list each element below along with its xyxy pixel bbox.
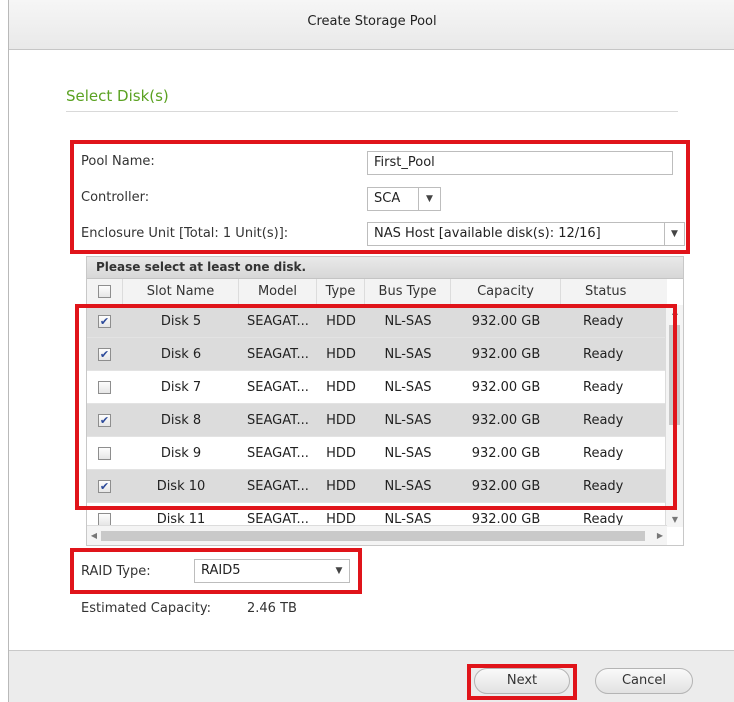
cell-type: HDD [326,479,356,494]
table-row[interactable]: Disk 7 SEAGAT... HDD NL-SAS 932.00 GB Ready [87,371,667,404]
cell-capacity: 932.00 GB [471,314,541,329]
select-all-cell [87,279,123,305]
cell-capacity: 932.00 GB [471,413,541,428]
cell-status: Ready [583,446,624,461]
cell-slot-name: Disk 10 [156,479,206,494]
enclosure-select[interactable]: NAS Host [available disk(s): 12/16] ▼ [367,222,685,246]
raid-type-select[interactable]: RAID5 ▼ [194,559,350,583]
chevron-down-icon[interactable]: ▼ [418,188,440,210]
col-slot-name[interactable]: Slot Name [123,279,239,305]
cell-status: Ready [583,314,624,329]
row-checkbox[interactable]: ✔ [98,315,111,328]
check-icon: ✔ [99,414,110,427]
cell-model: SEAGAT... [247,347,309,362]
cell-bus-type: NL-SAS [384,446,432,461]
section-title: Select Disk(s) [66,87,169,105]
select-all-checkbox[interactable] [98,285,111,298]
cell-status: Ready [583,380,624,395]
estimated-capacity-value: 2.46 TB [247,601,297,616]
chevron-down-icon[interactable]: ▼ [664,223,684,245]
vertical-scrollbar[interactable]: ▲ ▼ [665,305,683,527]
cell-bus-type: NL-SAS [384,314,432,329]
controller-value: SCA [374,191,401,206]
row-checkbox[interactable]: ✔ [98,480,111,493]
check-icon: ✔ [99,315,110,328]
cell-type: HDD [326,413,356,428]
cell-capacity: 932.00 GB [471,347,541,362]
cell-slot-name: Disk 8 [160,413,202,428]
table-row[interactable]: ✔ Disk 10 SEAGAT... HDD NL-SAS 932.00 GB Ready [87,470,667,503]
dialog-title: Create Storage Pool [9,0,734,50]
enclosure-label: Enclosure Unit [Total: 1 Unit(s)]: [81,226,289,241]
scroll-down-icon[interactable]: ▼ [666,513,683,527]
check-icon: ✔ [99,348,110,361]
cell-status: Ready [583,479,624,494]
cell-status: Ready [583,347,624,362]
cell-bus-type: NL-SAS [384,347,432,362]
check-icon: ✔ [99,480,110,493]
row-checkbox[interactable]: ✔ [98,348,111,361]
cell-model: SEAGAT... [247,446,309,461]
cell-slot-name: Disk 6 [160,347,202,362]
controller-label: Controller: [81,190,150,205]
row-checkbox[interactable]: ✔ [98,414,111,427]
table-header: Slot Name Model Type Bus Type Capacity S… [87,279,667,305]
cell-slot-name: Disk 7 [160,380,202,395]
col-bus-type[interactable]: Bus Type [365,279,451,305]
enclosure-value: NAS Host [available disk(s): 12/16] [374,226,601,241]
dialog-footer: Next Cancel [9,650,734,702]
vertical-scroll-thumb[interactable] [669,325,680,425]
cancel-button[interactable]: Cancel [595,668,693,694]
cell-type: HDD [326,446,356,461]
estimated-capacity-label: Estimated Capacity: [81,601,212,616]
scroll-left-icon[interactable]: ◀ [87,526,101,545]
table-row[interactable]: ✔ Disk 5 SEAGAT... HDD NL-SAS 932.00 GB Ready [87,305,667,338]
cell-capacity: 932.00 GB [471,380,541,395]
table-row[interactable]: Disk 9 SEAGAT... HDD NL-SAS 932.00 GB Ready [87,437,667,470]
cell-bus-type: NL-SAS [384,380,432,395]
horizontal-scrollbar[interactable]: ◀ ▶ [87,525,667,545]
cell-type: HDD [326,314,356,329]
chevron-down-icon[interactable]: ▼ [329,560,349,582]
cell-bus-type: NL-SAS [384,479,432,494]
section-divider [66,111,678,112]
row-checkbox[interactable] [98,381,111,394]
cell-capacity: 932.00 GB [471,479,541,494]
table-banner: Please select at least one disk. [87,257,683,279]
cell-model: SEAGAT... [247,413,309,428]
raid-type-label: RAID Type: [81,564,151,579]
row-checkbox[interactable] [98,447,111,460]
cell-model: SEAGAT... [247,380,309,395]
cell-type: HDD [326,347,356,362]
pool-name-label: Pool Name: [81,154,155,169]
cell-slot-name: Disk 5 [160,314,202,329]
cell-bus-type: NL-SAS [384,413,432,428]
cell-status: Ready [583,413,624,428]
cell-capacity: 932.00 GB [471,446,541,461]
cell-slot-name: Disk 9 [160,446,202,461]
col-model[interactable]: Model [239,279,317,305]
horizontal-scroll-thumb[interactable] [101,531,645,541]
dialog-window: Create Storage Pool Select Disk(s) Pool … [8,0,734,702]
col-capacity[interactable]: Capacity [451,279,561,305]
table-row[interactable]: ✔ Disk 8 SEAGAT... HDD NL-SAS 932.00 GB Ready [87,404,667,437]
scroll-right-icon[interactable]: ▶ [653,526,667,545]
pool-name-input[interactable]: First_Pool [367,151,673,175]
table-row[interactable]: ✔ Disk 6 SEAGAT... HDD NL-SAS 932.00 GB Ready [87,338,667,371]
col-status[interactable]: Status [561,279,667,305]
cell-model: SEAGAT... [247,314,309,329]
raid-type-value: RAID5 [201,563,241,578]
next-button[interactable]: Next [474,668,570,694]
cell-type: HDD [326,380,356,395]
disk-table: Please select at least one disk. Slot Na… [86,256,684,546]
col-type[interactable]: Type [317,279,365,305]
scroll-up-icon[interactable]: ▲ [666,305,683,319]
controller-select[interactable]: SCA ▼ [367,187,441,211]
cell-model: SEAGAT... [247,479,309,494]
